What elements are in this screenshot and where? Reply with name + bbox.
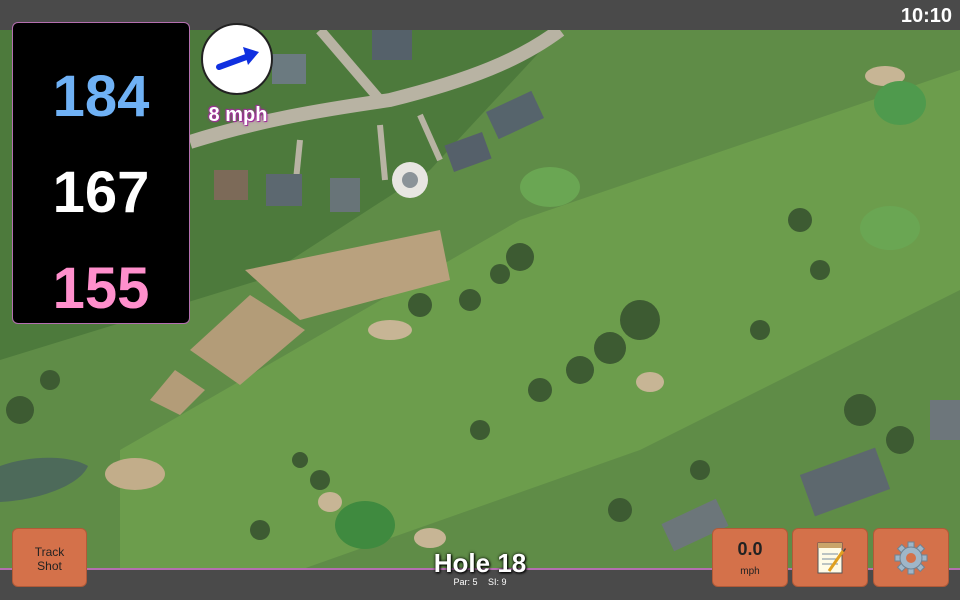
wind-speed-button[interactable]: 0.0 mph xyxy=(712,528,788,587)
front-distance: 155 xyxy=(52,256,150,321)
clock: 10:10 xyxy=(900,5,952,27)
stroke-index-label: SI: 9 xyxy=(488,577,507,587)
notepad-icon xyxy=(817,542,846,574)
hole-title: Hole 18 xyxy=(433,548,527,578)
track-shot-button[interactable]: Track Shot xyxy=(12,528,87,587)
track-shot-label-1: Track xyxy=(34,545,65,559)
yardage-panel: 184 167 155 xyxy=(12,22,190,324)
track-shot-label-2: Shot xyxy=(37,559,62,573)
arrow-icon xyxy=(216,47,259,70)
wind-value: 0.0 xyxy=(737,539,763,559)
settings-button[interactable] xyxy=(873,528,949,587)
hole-info: Par: 5 SI: 9 xyxy=(380,577,580,587)
middle-distance: 167 xyxy=(52,160,150,225)
gear-icon xyxy=(894,541,928,575)
wind-unit: mph xyxy=(740,566,760,577)
par-label: Par: 5 xyxy=(453,577,478,587)
wind-indicator xyxy=(201,23,273,95)
wind-speed-label: 8 mph xyxy=(208,104,268,126)
notes-button[interactable] xyxy=(792,528,868,587)
back-distance: 184 xyxy=(52,64,150,129)
